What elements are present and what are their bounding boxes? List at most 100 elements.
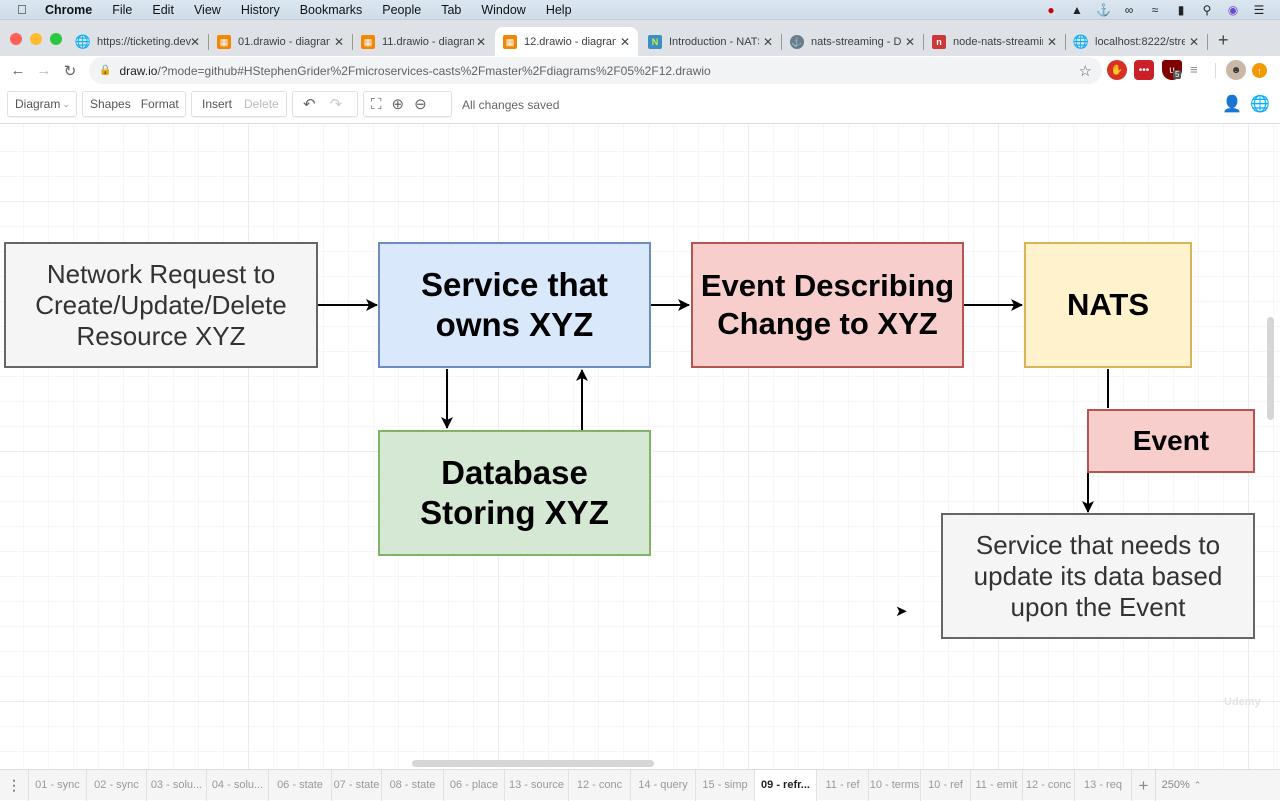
page-tab[interactable]: 13 - req — [1074, 769, 1131, 801]
close-tab-icon[interactable]: ✕ — [1189, 35, 1199, 49]
page-tab[interactable]: 12 - conc — [568, 769, 630, 801]
wifi-icon[interactable]: ≈ — [1148, 3, 1162, 17]
page-tab[interactable]: 12 - conc — [1022, 769, 1074, 801]
page-tab[interactable]: 14 - query — [630, 769, 695, 801]
delete-button[interactable]: Delete — [244, 97, 279, 111]
page-tab[interactable]: 03 - solu... — [146, 769, 206, 801]
add-page-button[interactable]: + — [1131, 769, 1155, 801]
browser-tab[interactable]: ⚓ nats-streaming - Docker Hub ✕ — [782, 27, 924, 57]
menu-bookmarks[interactable]: Bookmarks — [300, 3, 363, 17]
menu-file[interactable]: File — [112, 3, 132, 17]
notification-center-icon[interactable]: ☰ — [1252, 3, 1266, 17]
battery-icon[interactable]: ▮ — [1174, 3, 1188, 17]
undo-icon[interactable]: ↶ — [303, 95, 316, 113]
browser-tab[interactable]: 🌐 https://ticketing.dev ✕ — [68, 27, 209, 57]
page-tab[interactable]: 13 - source — [504, 769, 568, 801]
page-tab[interactable]: 01 - sync — [28, 769, 86, 801]
menu-help[interactable]: Help — [546, 3, 572, 17]
zoom-in-icon[interactable]: ⊕ — [392, 95, 405, 113]
zoom-level-select[interactable]: 250% ⌃ — [1155, 769, 1207, 801]
insert-button[interactable]: Insert — [202, 97, 232, 111]
close-tab-icon[interactable]: ✕ — [905, 35, 915, 49]
docker-icon[interactable]: ⚓ — [1096, 3, 1111, 17]
apple-menu-icon[interactable]:  — [17, 2, 31, 17]
spotlight-icon[interactable]: ⚲ — [1200, 3, 1214, 17]
node-event[interactable]: Event — [1087, 409, 1255, 473]
bookmark-star-icon[interactable]: ☆ — [1079, 62, 1092, 80]
profile-avatar[interactable]: ☻ — [1226, 60, 1246, 80]
page-tab[interactable]: 15 - simp — [695, 769, 754, 801]
browser-tab[interactable]: n node-nats-streaming - npm ✕ — [924, 27, 1066, 57]
browser-tab-active[interactable]: ▦ 12.drawio - diagrams.net ✕ — [495, 27, 638, 57]
close-tab-icon[interactable]: ✕ — [190, 35, 200, 49]
forward-button[interactable]: → — [34, 62, 54, 79]
extension-icon[interactable]: ▲ — [1070, 3, 1084, 17]
browser-tab[interactable]: N Introduction - NATS Docs ✕ — [640, 27, 782, 57]
lock-icon[interactable]: 🔒 — [99, 65, 111, 76]
page-tab[interactable]: 11 - ref — [816, 769, 868, 801]
menu-people[interactable]: People — [382, 3, 421, 17]
page-tab[interactable]: 10 - ref — [920, 769, 970, 801]
new-tab-button[interactable]: + — [1218, 30, 1229, 51]
node-label: Service that needs to update its data ba… — [973, 529, 1223, 622]
menu-history[interactable]: History — [241, 3, 280, 17]
redo-icon[interactable]: ↷ — [330, 95, 343, 113]
back-button[interactable]: ← — [8, 62, 28, 79]
browser-tab[interactable]: 🌐 localhost:8222/streaming ✕ — [1066, 27, 1208, 57]
page-tab[interactable]: 08 - state — [381, 769, 443, 801]
lastpass-extension-icon[interactable]: ••• — [1134, 60, 1154, 80]
close-window-button[interactable] — [10, 33, 22, 45]
edit-group: Insert Delete — [191, 91, 287, 117]
page-tab[interactable]: 04 - solu... — [206, 769, 268, 801]
minimize-window-button[interactable] — [30, 33, 42, 45]
reload-button[interactable]: ↻ — [60, 62, 80, 80]
creative-cloud-icon[interactable]: ● — [1044, 3, 1058, 17]
reader-extension-icon[interactable]: ≡ — [1190, 62, 1198, 77]
close-tab-icon[interactable]: ✕ — [1047, 35, 1057, 49]
close-tab-icon[interactable]: ✕ — [620, 35, 630, 49]
node-consumer-service[interactable]: Service that needs to update its data ba… — [941, 513, 1255, 639]
horizontal-scrollbar[interactable] — [412, 760, 654, 767]
menu-tab[interactable]: Tab — [441, 3, 461, 17]
glasses-icon[interactable]: ∞ — [1122, 3, 1136, 17]
url-input[interactable]: 🔒 draw.io/?mode=github#HStephenGrider%2F… — [89, 57, 1102, 84]
close-tab-icon[interactable]: ✕ — [763, 35, 773, 49]
page-tab[interactable]: 11 - emit — [970, 769, 1022, 801]
node-nats[interactable]: NATS — [1024, 242, 1192, 368]
menu-view[interactable]: View — [194, 3, 221, 17]
docker-icon: ⚓ — [790, 35, 804, 49]
node-network-request[interactable]: Network Request to Create/Update/Delete … — [4, 242, 318, 368]
zoom-out-icon[interactable]: ⊖ — [414, 95, 427, 113]
close-tab-icon[interactable]: ✕ — [334, 35, 344, 49]
siri-icon[interactable]: ◉ — [1226, 3, 1240, 17]
menu-app-chrome[interactable]: Chrome — [45, 3, 92, 17]
page-tab[interactable]: 10 - terms — [868, 769, 920, 801]
browser-tab[interactable]: ▦ 01.drawio - diagrams.net ✕ — [209, 27, 353, 57]
node-database[interactable]: Database Storing XYZ — [378, 430, 651, 556]
page-tabs-bar: ⋮ 01 - sync 02 - sync 03 - solu... 04 - … — [0, 769, 1280, 801]
vertical-scrollbar[interactable] — [1267, 317, 1274, 420]
page-tab[interactable]: 07 - state — [331, 769, 381, 801]
close-tab-icon[interactable]: ✕ — [476, 35, 486, 49]
shapes-button[interactable]: Shapes — [90, 97, 131, 111]
fit-page-icon[interactable]: ⛶ — [371, 96, 382, 113]
user-icon[interactable]: 👤 — [1222, 94, 1242, 114]
menu-edit[interactable]: Edit — [152, 3, 174, 17]
node-event-describing[interactable]: Event Describing Change to XYZ — [691, 242, 964, 368]
zoom-window-button[interactable] — [50, 33, 62, 45]
diagram-canvas[interactable]: Network Request to Create/Update/Delete … — [0, 124, 1280, 769]
update-icon[interactable]: ↑ — [1252, 63, 1267, 78]
macos-menubar:  Chrome File Edit View History Bookmark… — [0, 0, 1280, 19]
adblock-extension-icon[interactable]: ✋ — [1107, 60, 1127, 80]
diagram-menu-button[interactable]: Diagram — [15, 97, 60, 111]
browser-tab[interactable]: ▦ 11.drawio - diagrams.net ✕ — [353, 27, 494, 57]
node-service-owns[interactable]: Service that owns XYZ — [378, 242, 651, 368]
menu-window[interactable]: Window — [481, 3, 525, 17]
pages-menu-icon[interactable]: ⋮ — [0, 777, 28, 794]
page-tab[interactable]: 06 - place — [443, 769, 504, 801]
page-tab[interactable]: 06 - state — [268, 769, 331, 801]
page-tab[interactable]: 02 - sync — [86, 769, 146, 801]
page-tab-active[interactable]: 09 - refr... — [754, 769, 816, 801]
format-button[interactable]: Format — [141, 97, 179, 111]
language-globe-icon[interactable]: 🌐 — [1250, 94, 1270, 114]
